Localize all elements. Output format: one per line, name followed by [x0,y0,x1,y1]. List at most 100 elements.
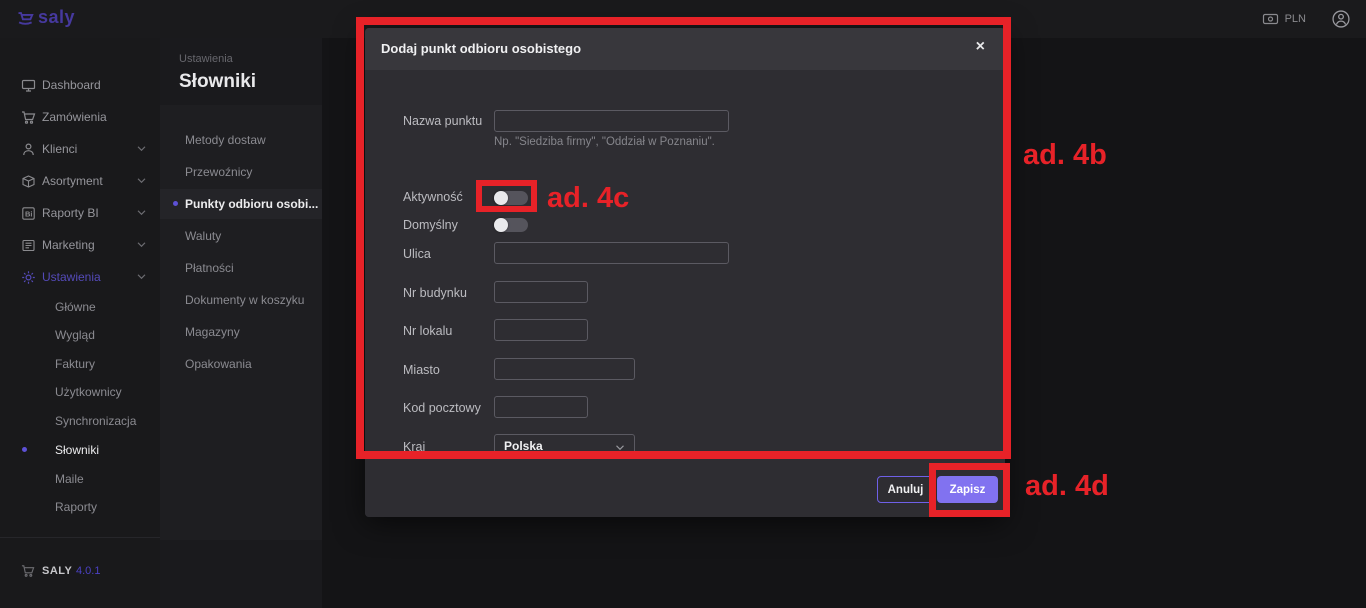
logo[interactable]: saly [16,7,75,28]
modal-title: Dodaj punkt odbioru osobistego [381,41,581,56]
sidebar-subitem-uzytkownicy[interactable]: Użytkownicy [0,379,160,405]
sidebar-item-asortyment[interactable]: Asortyment [0,166,160,196]
monitor-icon [21,78,36,93]
logo-text: saly [38,7,75,28]
currency-label: PLN [1285,13,1306,25]
settings-item-label: Waluty [185,229,221,243]
field-label-nr-lokalu: Nr lokalu [403,324,452,338]
user-avatar[interactable] [1332,10,1350,28]
settings-item-metody-dostaw[interactable]: Metody dostaw [160,125,322,155]
sidebar-item-label: Dashboard [42,78,101,92]
kraj-selected-value: Polska [504,439,543,453]
chevron-down-icon [137,145,146,152]
settings-item-dokumenty[interactable]: Dokumenty w koszyku [160,285,322,315]
settings-item-label: Przewoźnicy [185,165,252,179]
app-name: SALY [42,565,72,577]
save-button[interactable]: Zapisz [937,476,998,503]
chevron-down-icon [137,273,146,280]
kod-pocztowy-input[interactable] [494,396,588,418]
subitem-label: Główne [55,300,96,314]
svg-text:Bi: Bi [25,209,33,218]
banknote-icon [1262,11,1279,27]
settings-item-label: Magazyny [185,325,240,339]
sidebar-subitem-faktury[interactable]: Faktury [0,351,160,377]
sidebar-footer: SALY 4.0.1 [0,554,160,588]
sidebar-item-label: Klienci [42,142,77,156]
sidebar: Dashboard Zamówienia Klienci [0,38,160,608]
settings-item-przewoznicy[interactable]: Przewoźnicy [160,157,322,187]
field-label-miasto: Miasto [403,363,440,377]
sidebar-subitem-synchronizacja[interactable]: Synchronizacja [0,408,160,434]
sidebar-item-ustawienia[interactable]: Ustawienia [0,262,160,292]
miasto-input[interactable] [494,358,635,380]
sidebar-subitem-glowne[interactable]: Główne [0,294,160,320]
nr-budynku-input[interactable] [494,281,588,303]
settings-list: Metody dostaw Przewoźnicy Punkty odbioru… [160,105,322,540]
sidebar-item-label: Ustawienia [42,270,101,284]
chevron-down-icon [137,177,146,184]
sidebar-item-raporty-bi[interactable]: Bi Raporty BI [0,198,160,228]
field-label-aktywnosc: Aktywność [403,190,463,204]
close-icon[interactable]: × [976,38,985,56]
subitem-label: Maile [55,472,84,486]
sidebar-item-marketing[interactable]: Marketing [0,230,160,260]
sidebar-subitem-raporty[interactable]: Raporty [0,494,160,520]
settings-nav: Ustawienia Słowniki Metody dostaw Przewo… [160,38,322,608]
subitem-label: Raporty [55,500,97,514]
field-label-kraj: Kraj [403,440,425,454]
app-root: saly PLN [0,0,1366,608]
settings-item-opakowania[interactable]: Opakowania [160,349,322,379]
field-label-nazwa: Nazwa punktu [403,114,482,128]
annotation-label-4b: ad. 4b [1023,139,1107,172]
modal-header: Dodaj punkt odbioru osobistego × [365,28,1005,70]
modal-footer: Anuluj Zapisz [365,457,1005,517]
settings-item-label: Płatności [185,261,234,275]
bi-report-icon: Bi [21,206,36,221]
modal-add-pickup-point: Dodaj punkt odbioru osobistego × Nazwa p… [365,28,1005,517]
ulica-input[interactable] [494,242,729,264]
active-dot [22,447,27,452]
field-label-ulica: Ulica [403,247,431,261]
sidebar-subitem-wyglad[interactable]: Wygląd [0,322,160,348]
cart-logo-icon [16,8,36,28]
domyslny-toggle[interactable] [494,218,528,232]
toggle-knob [494,191,508,205]
chevron-down-icon [137,241,146,248]
settings-item-magazyny[interactable]: Magazyny [160,317,322,347]
modal-body: Nazwa punktu Np. "Siedziba firmy", "Oddz… [365,70,1005,457]
annotation-label-4d: ad. 4d [1025,470,1109,503]
kraj-select[interactable]: Polska [494,434,635,457]
sidebar-subitem-maile[interactable]: Maile [0,466,160,492]
subitem-label: Synchronizacja [55,414,136,428]
active-dot [173,201,178,206]
toggle-knob [494,218,508,232]
field-label-kod-pocztowy: Kod pocztowy [403,401,481,415]
sidebar-item-label: Zamówienia [42,110,107,124]
subitem-label: Wygląd [55,328,95,342]
sidebar-item-dashboard[interactable]: Dashboard [0,70,160,100]
chevron-down-icon [615,444,625,451]
settings-item-platnosci[interactable]: Płatności [160,253,322,283]
subitem-label: Słowniki [55,443,99,457]
package-icon [21,174,36,189]
cart-icon [21,110,36,125]
sidebar-item-zamowienia[interactable]: Zamówienia [0,102,160,132]
settings-item-waluty[interactable]: Waluty [160,221,322,251]
chevron-down-icon [137,209,146,216]
breadcrumb: Ustawienia [179,53,233,65]
sidebar-item-label: Marketing [42,238,95,252]
newspaper-icon [21,238,36,253]
gear-icon [21,270,36,285]
field-hint-nazwa: Np. "Siedziba firmy", "Oddział w Poznani… [494,136,715,148]
sidebar-divider [0,537,160,538]
nazwa-punktu-input[interactable] [494,110,729,132]
nr-lokalu-input[interactable] [494,319,588,341]
sidebar-item-klienci[interactable]: Klienci [0,134,160,164]
currency-switcher[interactable]: PLN [1262,11,1306,27]
cancel-button[interactable]: Anuluj [877,476,934,503]
settings-item-punkty-odbioru[interactable]: Punkty odbioru osobi... [160,189,322,219]
aktywnosc-toggle[interactable] [494,191,528,205]
person-icon [21,142,36,157]
topbar-right: PLN [1262,0,1350,38]
sidebar-subitem-slowniki[interactable]: Słowniki [0,437,160,463]
